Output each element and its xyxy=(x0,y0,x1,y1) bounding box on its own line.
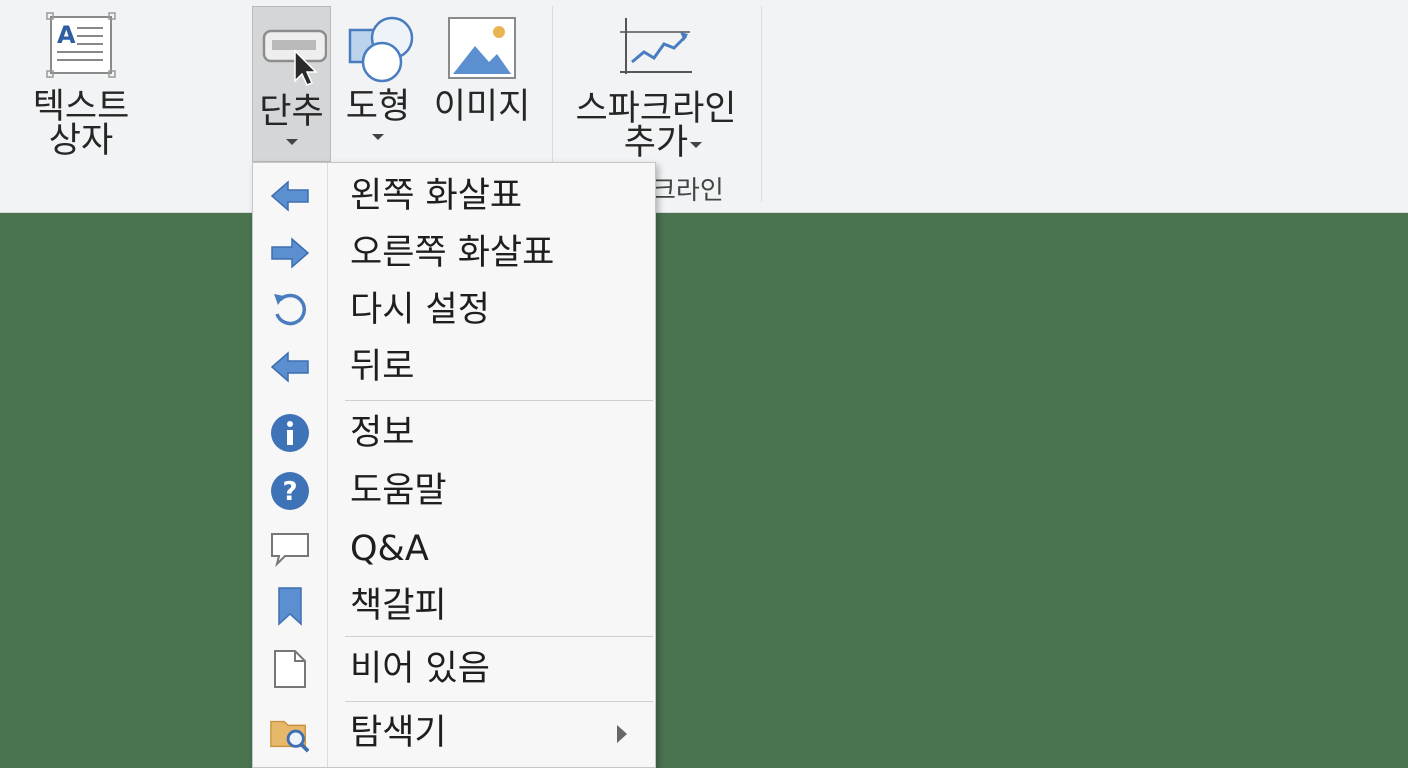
info-icon xyxy=(269,413,311,453)
menu-item-qna[interactable]: Q&A xyxy=(253,521,655,577)
menu-item-label: 오른쪽 화살표 xyxy=(350,233,555,273)
folder-search-icon xyxy=(269,713,311,753)
menu-item-back[interactable]: 뒤로 xyxy=(253,339,655,395)
add-sparkline-button[interactable]: 스파크라인 추가 xyxy=(566,10,746,162)
menu-item-label: 비어 있음 xyxy=(350,649,490,689)
menu-item-label: 도움말 xyxy=(350,471,447,511)
sparkline-label: 스파크라인 추가 xyxy=(575,89,737,163)
shapes-button[interactable]: 도형 xyxy=(336,6,420,162)
menu-item-help[interactable]: ? 도움말 xyxy=(253,463,655,519)
image-button[interactable]: 이미지 xyxy=(426,6,538,156)
menu-item-label: 책갈피 xyxy=(350,586,447,626)
sparkline-icon xyxy=(620,18,692,74)
menu-item-label: 탐색기 xyxy=(350,713,447,753)
textbox-button[interactable]: A 텍스트 상자 xyxy=(22,12,140,162)
menu-item-left-arrow[interactable]: 왼쪽 화살표 xyxy=(253,168,655,224)
back-arrow-icon xyxy=(269,347,311,387)
menu-item-bookmark[interactable]: 책갈피 xyxy=(253,578,655,634)
shortcut-label: 단추 xyxy=(259,92,324,132)
shapes-icon xyxy=(348,16,414,83)
menu-item-reset[interactable]: 다시 설정 xyxy=(253,282,655,338)
chevron-down-icon xyxy=(690,142,702,148)
menu-item-label: 왼쪽 화살표 xyxy=(350,176,523,216)
menu-item-explorer[interactable]: 탐색기 xyxy=(253,705,655,761)
left-arrow-icon xyxy=(269,176,311,216)
menu-item-info[interactable]: 정보 xyxy=(253,405,655,461)
image-label: 이미지 xyxy=(433,87,531,127)
textbox-icon: A xyxy=(46,12,116,78)
shapes-label: 도형 xyxy=(345,87,411,127)
right-arrow-icon xyxy=(269,233,311,273)
blank-page-icon xyxy=(269,649,311,689)
menu-separator xyxy=(345,636,653,637)
ribbon: A 텍스트 상자 단추 도형 이미지 스파크라인 추가 크라인 xyxy=(0,0,1408,213)
reset-icon xyxy=(269,290,311,330)
speech-bubble-icon xyxy=(269,529,311,569)
submenu-arrow-icon xyxy=(617,725,627,743)
textbox-label: 텍스트 상자 xyxy=(32,87,130,161)
menu-item-blank[interactable]: 비어 있음 xyxy=(253,641,655,697)
group-label-sparkline: 크라인 xyxy=(652,176,724,206)
menu-item-label: 뒤로 xyxy=(350,347,415,387)
menu-item-label: Q&A xyxy=(350,529,429,569)
bookmark-icon xyxy=(269,586,311,626)
svg-text:A: A xyxy=(57,21,76,49)
chevron-down-icon xyxy=(372,134,384,140)
ribbon-separator xyxy=(761,6,762,202)
image-icon xyxy=(448,17,516,79)
menu-item-label: 정보 xyxy=(350,413,415,453)
help-icon: ? xyxy=(269,471,311,511)
menu-item-right-arrow[interactable]: 오른쪽 화살표 xyxy=(253,225,655,281)
menu-item-label: 다시 설정 xyxy=(350,290,490,330)
menu-separator xyxy=(345,400,653,401)
button-cursor-icon xyxy=(262,29,327,86)
shortcut-button[interactable]: 단추 xyxy=(252,6,331,162)
chevron-down-icon xyxy=(285,139,298,145)
shortcut-dropdown-menu: 왼쪽 화살표 오른쪽 화살표 다시 설정 뒤로 정보 ? 도움말 Q&A 책갈피… xyxy=(252,162,656,768)
svg-text:?: ? xyxy=(282,477,297,507)
menu-separator xyxy=(345,701,653,702)
